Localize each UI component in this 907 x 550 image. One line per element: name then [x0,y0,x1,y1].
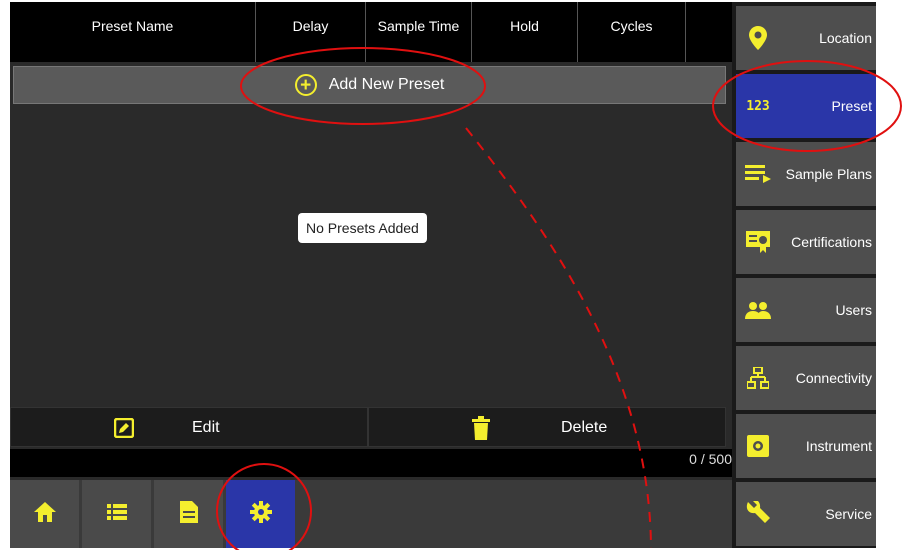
gear-icon [249,500,272,528]
edit-icon [113,417,135,439]
edit-button[interactable]: Edit [10,407,368,447]
trash-icon [472,416,490,440]
sidebar-item-location[interactable]: Location [736,6,876,70]
column-header-cycles[interactable]: Cycles [578,2,686,62]
add-new-preset-label: Add New Preset [328,76,445,93]
sidebar-item-label: Preset [831,98,872,114]
sidebar-item-instrument[interactable]: Instrument [736,414,876,478]
action-bar: Edit Delete [10,407,726,447]
sidebar-item-label: Service [825,506,872,522]
wrench-icon [744,500,772,528]
sidebar-item-preset[interactable]: 123 Preset [736,74,876,138]
column-header-delay[interactable]: Delay [256,2,366,62]
sidebar-item-service[interactable]: Service [736,482,876,546]
playlist-icon [744,160,772,188]
column-header-sample-time[interactable]: Sample Time [366,2,472,62]
app-window: Preset Name Delay Sample Time Hold Cycle… [10,2,876,548]
column-header-preset-name[interactable]: Preset Name [10,2,256,62]
sidebar-item-sample-plans[interactable]: Sample Plans [736,142,876,206]
users-icon [744,296,772,324]
network-icon [744,364,772,392]
nav-home-button[interactable] [10,480,79,548]
delete-label: Delete [561,419,608,436]
counter-bar: 0 / 500 [10,449,732,477]
document-icon [179,500,198,528]
add-new-preset-button[interactable]: + Add New Preset [13,66,726,104]
nav-document-button[interactable] [154,480,223,548]
home-icon [33,501,56,527]
instrument-icon [744,432,772,460]
sidebar-item-label: Location [819,30,872,46]
certificate-icon [744,228,772,256]
edit-label: Edit [192,419,220,436]
settings-sidebar: Location 123 Preset Sample Plans Certifi… [732,2,876,548]
location-pin-icon [744,24,772,52]
numeric-123-icon: 123 [746,98,770,114]
sidebar-item-label: Certifications [791,234,872,250]
sidebar-item-label: Instrument [805,438,872,454]
sidebar-item-label: Connectivity [795,370,872,386]
preset-count: 0 / 500 [689,451,732,467]
sidebar-item-label: Users [835,302,872,318]
empty-state-message: No Presets Added [298,213,427,243]
sidebar-item-users[interactable]: Users [736,278,876,342]
plus-circle-icon: + [294,74,317,96]
nav-list-button[interactable] [82,480,151,548]
preset-panel: Preset Name Delay Sample Time Hold Cycle… [10,2,732,548]
sidebar-item-connectivity[interactable]: Connectivity [736,346,876,410]
list-icon [106,503,127,525]
sidebar-item-certifications[interactable]: Certifications [736,210,876,274]
table-header: Preset Name Delay Sample Time Hold Cycle… [10,2,732,62]
column-header-hold[interactable]: Hold [472,2,578,62]
nav-settings-button[interactable] [226,480,295,548]
delete-button[interactable]: Delete [368,407,726,447]
sidebar-item-label: Sample Plans [785,166,872,182]
bottom-navigation [10,480,732,548]
